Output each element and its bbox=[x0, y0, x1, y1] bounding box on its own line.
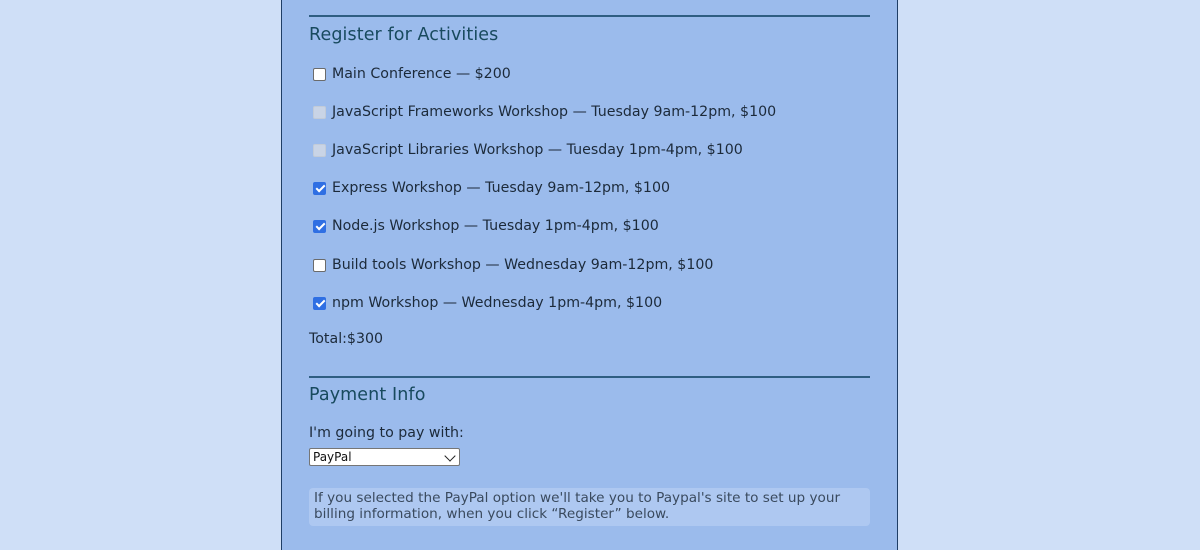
payment-method-value: PayPal bbox=[313, 450, 352, 464]
activity-build-tools[interactable]: Build tools Workshop — Wednesday 9am-12p… bbox=[313, 255, 713, 275]
activity-checkbox[interactable] bbox=[313, 296, 326, 310]
activities-total: Total:$300 bbox=[309, 331, 384, 347]
activity-checkbox[interactable] bbox=[313, 105, 326, 119]
activity-checkbox[interactable] bbox=[313, 67, 326, 81]
activity-express[interactable]: Express Workshop — Tuesday 9am-12pm, $10… bbox=[313, 178, 670, 198]
payment-method-label: I'm going to pay with: bbox=[309, 425, 464, 441]
activity-js-frameworks[interactable]: JavaScript Frameworks Workshop — Tuesday… bbox=[313, 102, 776, 122]
activity-checkbox[interactable] bbox=[313, 219, 326, 233]
activity-label: Main Conference — $200 bbox=[332, 66, 511, 82]
paypal-info-box: If you selected the PayPal option we'll … bbox=[309, 488, 870, 526]
activity-nodejs[interactable]: Node.js Workshop — Tuesday 1pm-4pm, $100 bbox=[313, 216, 659, 236]
page: Register for Activities Main Conference … bbox=[0, 0, 1200, 550]
activity-checkbox[interactable] bbox=[313, 258, 326, 272]
activity-label: Express Workshop — Tuesday 9am-12pm, $10… bbox=[332, 180, 671, 196]
activities-title: Register for Activities bbox=[309, 25, 499, 45]
activity-checkbox[interactable] bbox=[313, 181, 326, 195]
activity-label: Node.js Workshop — Tuesday 1pm-4pm, $100 bbox=[332, 218, 659, 234]
activity-js-libraries[interactable]: JavaScript Libraries Workshop — Tuesday … bbox=[313, 140, 743, 160]
section-divider-activities bbox=[309, 15, 870, 17]
chevron-down-icon bbox=[444, 450, 456, 462]
activity-label: npm Workshop — Wednesday 1pm-4pm, $100 bbox=[332, 295, 663, 311]
activity-checkbox[interactable] bbox=[313, 143, 326, 157]
activity-label: Build tools Workshop — Wednesday 9am-12p… bbox=[332, 257, 714, 273]
paypal-info-text: If you selected the PayPal option we'll … bbox=[314, 490, 841, 522]
activity-npm[interactable]: npm Workshop — Wednesday 1pm-4pm, $100 bbox=[313, 293, 662, 313]
payment-title: Payment Info bbox=[309, 385, 426, 405]
section-divider-payment bbox=[309, 376, 870, 378]
activity-label: JavaScript Frameworks Workshop — Tuesday… bbox=[332, 104, 777, 120]
registration-form-panel: Register for Activities Main Conference … bbox=[281, 0, 898, 550]
payment-method-select[interactable]: PayPal bbox=[309, 448, 460, 466]
activity-main-conference[interactable]: Main Conference — $200 bbox=[313, 64, 511, 84]
activity-label: JavaScript Libraries Workshop — Tuesday … bbox=[332, 142, 743, 158]
